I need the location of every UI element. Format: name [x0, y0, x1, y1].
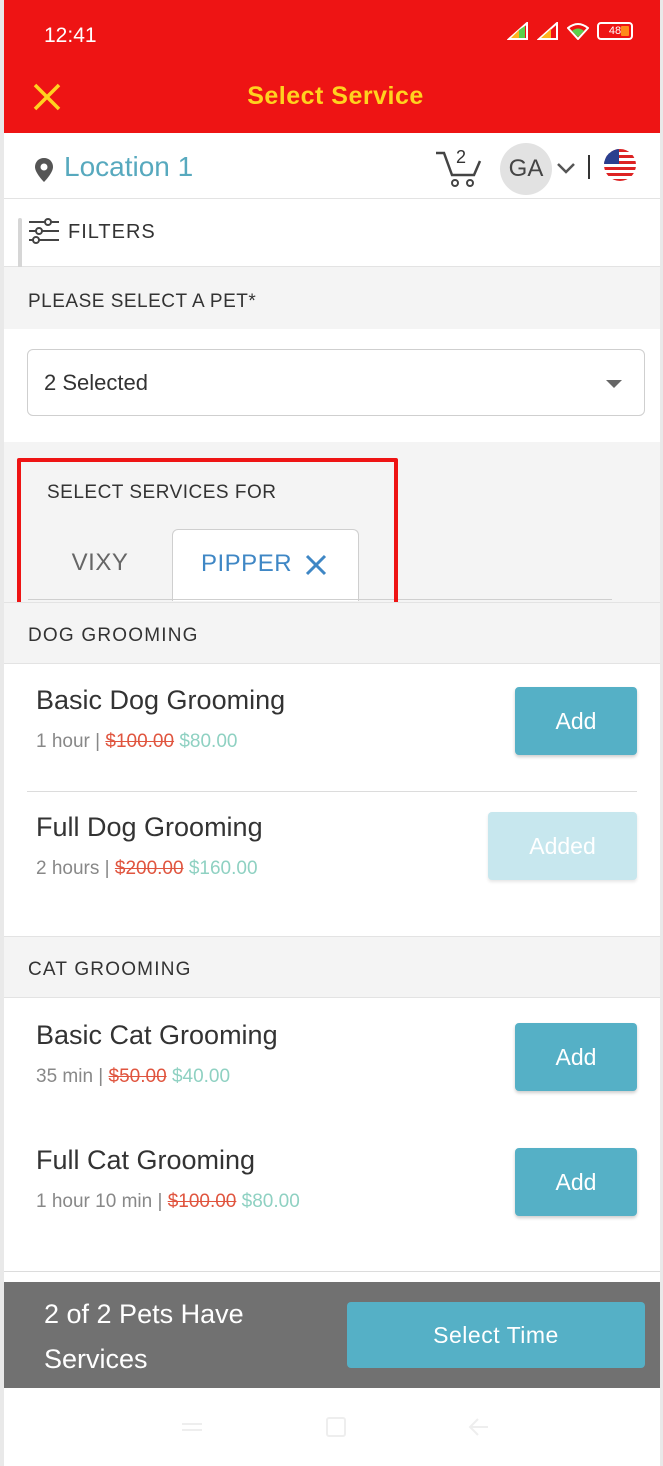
- bottom-summary-bar: 2 of 2 Pets Have Services Select Time: [4, 1282, 660, 1388]
- service-meta: 1 hour | $100.00 $80.00: [36, 731, 237, 753]
- service-name: Full Dog Grooming: [36, 812, 263, 842]
- add-button[interactable]: Add: [515, 1148, 637, 1216]
- us-flag-icon[interactable]: [604, 149, 636, 181]
- old-price: $100.00: [105, 731, 175, 752]
- chevron-down-icon[interactable]: [556, 161, 576, 175]
- filters-label: FILTERS: [68, 221, 156, 243]
- service-row: Basic Dog Grooming 1 hour | $100.00 $80.…: [4, 665, 660, 790]
- old-price: $100.00: [167, 1191, 237, 1212]
- recent-apps-icon[interactable]: [180, 1416, 204, 1438]
- status-icons: 48: [507, 22, 633, 40]
- meta-separator: |: [99, 858, 115, 879]
- service-meta: 2 hours | $200.00 $160.00: [36, 858, 258, 880]
- meta-separator: |: [89, 731, 106, 752]
- back-icon[interactable]: [466, 1416, 490, 1438]
- service-duration: 1 hour 10 min: [36, 1191, 153, 1212]
- dropdown-caret-icon: [606, 380, 622, 388]
- system-nav-bar: [4, 1388, 660, 1466]
- category-title: CAT GROOMING: [28, 959, 192, 980]
- category-header: DOG GROOMING: [4, 602, 660, 664]
- service-duration: 35 min: [36, 1066, 94, 1087]
- new-price: $40.00: [171, 1066, 231, 1087]
- added-button[interactable]: Added: [488, 812, 637, 880]
- service-duration: 2 hours: [36, 858, 100, 879]
- pet-select-value: 2 Selected: [44, 370, 148, 395]
- category-header: CAT GROOMING: [4, 936, 660, 998]
- pet-section: PLEASE SELECT A PET* 2 Selected: [4, 267, 660, 442]
- new-price: $160.00: [188, 858, 258, 879]
- pet-select-label: PLEASE SELECT A PET*: [28, 291, 257, 312]
- home-icon[interactable]: [324, 1416, 348, 1438]
- service-name: Basic Dog Grooming: [36, 685, 286, 715]
- highlight-annotation: [17, 458, 398, 614]
- signal-icon: [537, 22, 558, 40]
- pets-status-text: 2 of 2 Pets Have Services: [44, 1299, 244, 1374]
- add-button[interactable]: Add: [515, 687, 637, 755]
- location-pin-icon: [35, 158, 53, 182]
- service-row: Full Dog Grooming 2 hours | $200.00 $160…: [4, 792, 660, 917]
- status-time: 12:41: [44, 24, 97, 47]
- service-name: Basic Cat Grooming: [36, 1020, 278, 1050]
- meta-separator: |: [152, 1191, 168, 1212]
- location-bar: Location 1 2 GA: [4, 133, 660, 199]
- service-name: Full Cat Grooming: [36, 1145, 256, 1175]
- new-price: $80.00: [179, 731, 238, 752]
- battery-level: 48: [608, 25, 622, 37]
- row-divider: [4, 1271, 660, 1272]
- filters-button[interactable]: FILTERS: [4, 199, 660, 267]
- service-meta: 1 hour 10 min | $100.00 $80.00: [36, 1191, 300, 1213]
- service-duration: 1 hour: [36, 731, 90, 752]
- cart-count-badge: 2: [456, 147, 467, 167]
- select-time-button[interactable]: Select Time: [347, 1302, 645, 1368]
- filter-icon: [29, 218, 59, 244]
- avatar[interactable]: GA: [500, 143, 552, 195]
- pet-select-dropdown[interactable]: 2 Selected: [27, 349, 645, 416]
- meta-separator: |: [93, 1066, 109, 1087]
- app-header: 12:41 48 Select Service: [4, 0, 660, 133]
- new-price: $80.00: [241, 1191, 300, 1212]
- page-title: Select Service: [247, 82, 424, 110]
- service-meta: 35 min | $50.00 $40.00: [36, 1066, 230, 1088]
- location-selector[interactable]: Location 1: [64, 151, 193, 183]
- battery-icon: 48: [597, 22, 633, 40]
- app-screen: 12:41 48 Select Service Location 1 2 GA …: [0, 0, 663, 1466]
- old-price: $50.00: [108, 1066, 167, 1087]
- category-title: DOG GROOMING: [28, 625, 199, 646]
- wifi-icon: [567, 23, 589, 40]
- add-button[interactable]: Add: [515, 1023, 637, 1091]
- old-price: $200.00: [114, 858, 184, 879]
- service-row: Basic Cat Grooming 35 min | $50.00 $40.0…: [4, 1000, 660, 1125]
- divider: [588, 155, 590, 179]
- service-row: Full Cat Grooming 1 hour 10 min | $100.0…: [4, 1125, 660, 1250]
- signal-icon: [507, 22, 528, 40]
